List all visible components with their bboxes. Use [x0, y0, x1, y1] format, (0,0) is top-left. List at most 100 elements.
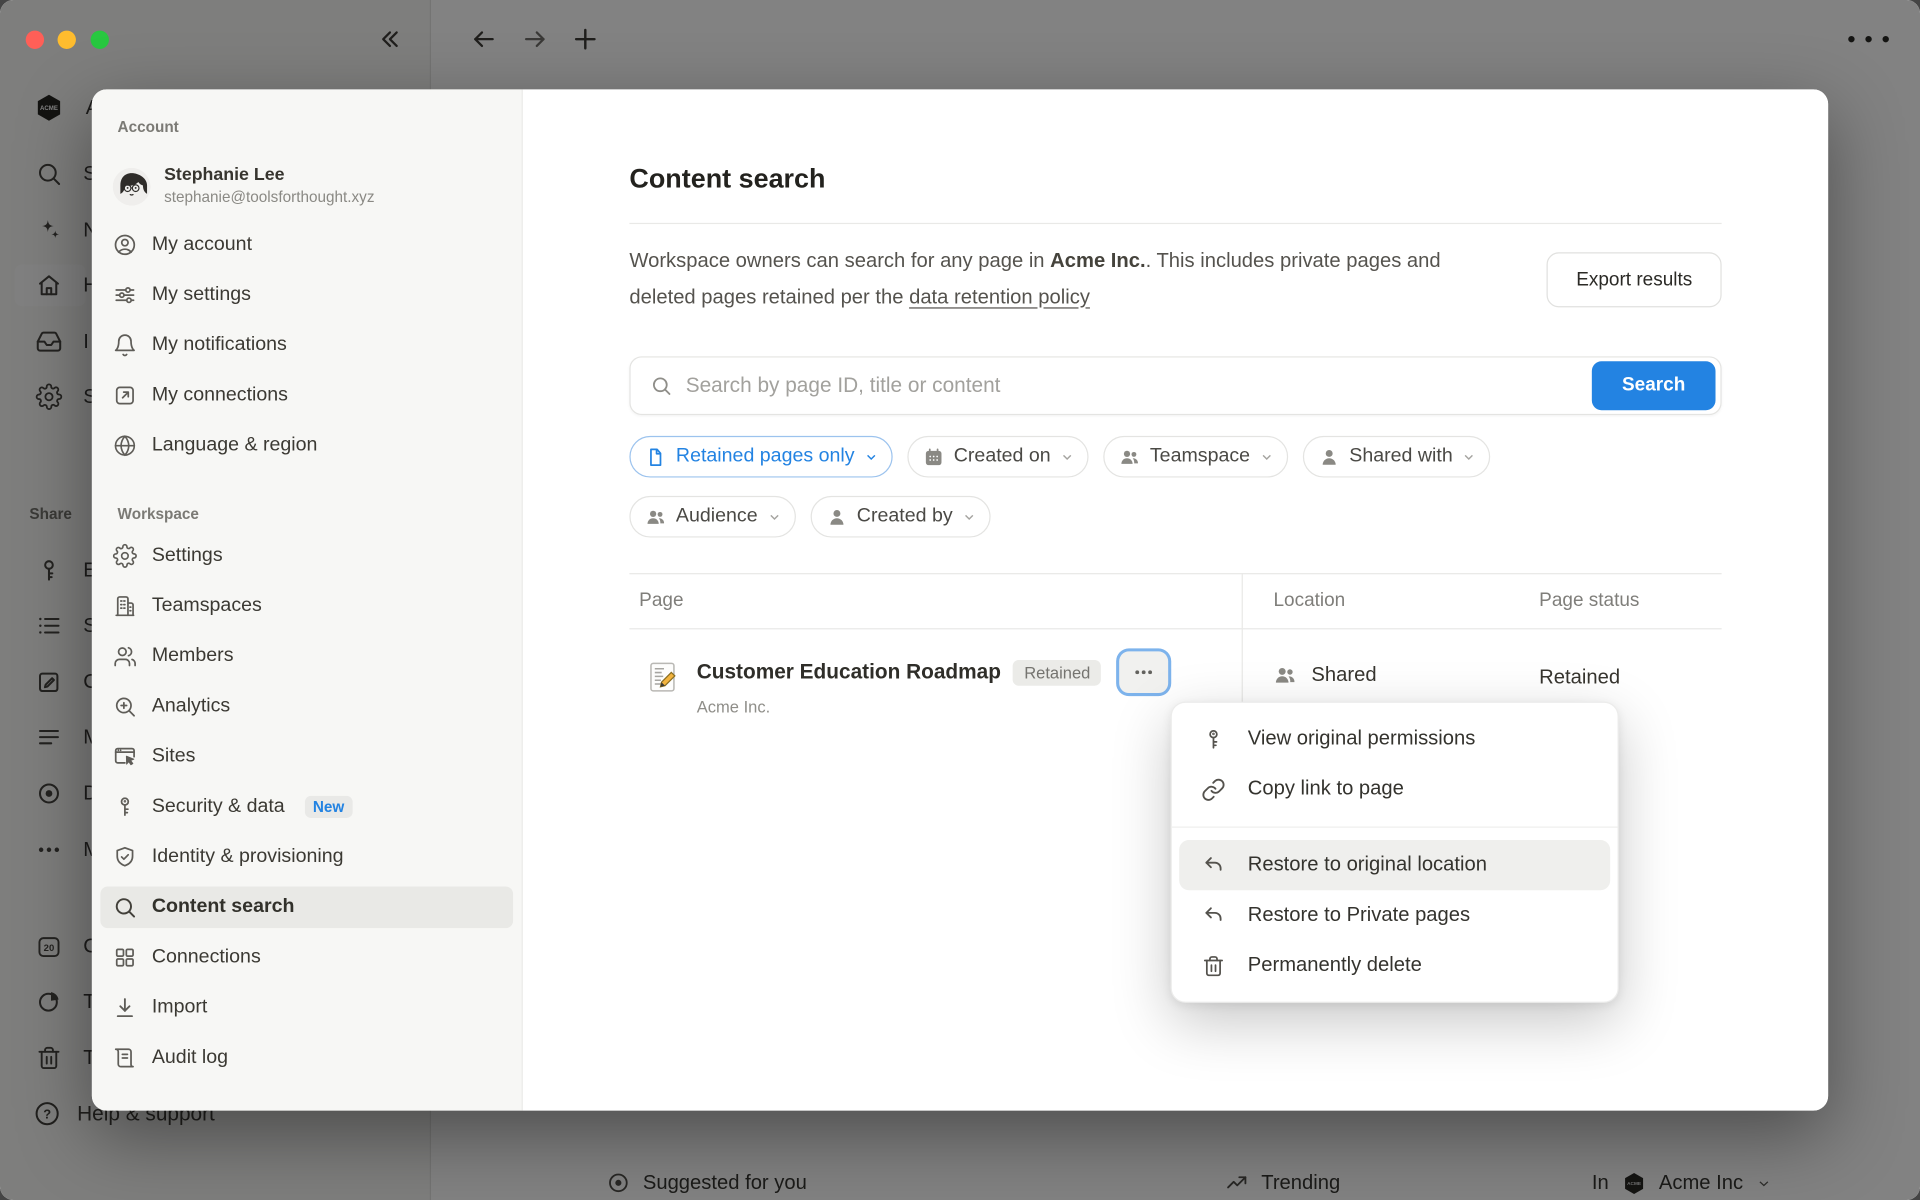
- settings-item-members[interactable]: Members: [100, 636, 513, 678]
- file-icon: [645, 446, 666, 467]
- filter-created-by[interactable]: Created by: [810, 496, 990, 538]
- settings-sidebar: Account Stephanie Lee stephanie@toolsfor…: [92, 89, 523, 1110]
- sliders-icon: [113, 283, 137, 307]
- filter-row-1: Retained pages only Created on Teamspace…: [629, 436, 1721, 478]
- workspace-section-label: Workspace: [100, 506, 513, 523]
- divider: [629, 223, 1721, 224]
- calendar-icon: [923, 446, 944, 467]
- settings-item-sites[interactable]: Sites: [100, 736, 513, 778]
- settings-item-connections[interactable]: Connections: [100, 937, 513, 979]
- menu-item-copy-link-to-page[interactable]: Copy link to page: [1172, 764, 1618, 814]
- settings-item-identity-provisioning[interactable]: Identity & provisioning: [100, 836, 513, 878]
- filter-shared-with[interactable]: Shared with: [1303, 436, 1491, 478]
- data-retention-policy-link[interactable]: data retention policy: [909, 286, 1090, 308]
- key-icon: [1201, 727, 1225, 751]
- person-filled-icon: [826, 506, 847, 527]
- building-icon: [113, 594, 137, 618]
- settings-item-audit-log[interactable]: Audit log: [100, 1037, 513, 1079]
- globe-icon: [113, 433, 137, 457]
- column-header-page: Page: [629, 590, 683, 612]
- chevron-down-icon: [1463, 450, 1476, 463]
- search-bar: Search: [629, 356, 1721, 415]
- ellipsis-icon: [1133, 661, 1155, 683]
- menu-item-restore-to-private-pages[interactable]: Restore to Private pages: [1172, 890, 1618, 940]
- column-header-page-status: Page status: [1539, 590, 1639, 612]
- filter-audience[interactable]: Audience: [629, 496, 795, 538]
- screen: ACME A S N H I S Share E S: [0, 0, 1920, 1200]
- row-actions-menu: View original permissions Copy link to p…: [1171, 702, 1619, 1003]
- menu-item-permanently-delete[interactable]: Permanently delete: [1172, 940, 1618, 990]
- avatar: [113, 167, 151, 205]
- search-input[interactable]: [686, 373, 1592, 397]
- settings-item-security-data[interactable]: Security & data New: [100, 786, 513, 828]
- link-icon: [1201, 777, 1225, 801]
- magnifier-plus-icon: [113, 694, 137, 718]
- user-email: stephanie@toolsforthought.xyz: [164, 187, 374, 208]
- page-title-cell[interactable]: Customer Education Roadmap: [697, 660, 1001, 684]
- export-results-button[interactable]: Export results: [1547, 252, 1722, 307]
- scroll-icon: [113, 1046, 137, 1070]
- settings-item-teamspaces[interactable]: Teamspaces: [100, 585, 513, 627]
- settings-item-my-connections[interactable]: My connections: [100, 375, 513, 417]
- undo-icon: [1201, 853, 1225, 877]
- close-window-button[interactable]: [26, 31, 44, 49]
- account-user-row[interactable]: Stephanie Lee stephanie@toolsforthought.…: [100, 164, 513, 208]
- chevron-down-icon: [1060, 450, 1073, 463]
- search-button[interactable]: Search: [1592, 361, 1716, 410]
- menu-item-restore-to-original-location[interactable]: Restore to original location: [1179, 840, 1610, 890]
- settings-item-import[interactable]: Import: [100, 987, 513, 1029]
- user-name: Stephanie Lee: [164, 164, 374, 187]
- filter-teamspace[interactable]: Teamspace: [1103, 436, 1288, 478]
- people-filled-icon: [1273, 664, 1296, 687]
- memo-page-icon: [644, 659, 681, 696]
- chevron-down-icon: [962, 510, 975, 523]
- menu-divider: [1172, 827, 1618, 828]
- table-header: Page Location Page status: [629, 573, 1721, 629]
- shield-check-icon: [113, 845, 137, 869]
- page-workspace: Acme Inc.: [697, 698, 1169, 716]
- key-icon: [113, 795, 137, 819]
- retained-badge: Retained: [1013, 659, 1101, 685]
- people-filled-icon: [645, 506, 666, 527]
- bell-icon: [113, 333, 137, 357]
- workspace-name: Acme Inc.: [1050, 250, 1145, 272]
- location-cell: Shared: [1273, 664, 1376, 687]
- magnifier-icon: [113, 895, 137, 919]
- person-circle-icon: [113, 233, 137, 257]
- app-window: ACME A S N H I S Share E S: [0, 0, 1920, 1200]
- chevron-down-icon: [767, 510, 780, 523]
- trash-icon: [1201, 953, 1225, 977]
- settings-item-my-account[interactable]: My account: [100, 224, 513, 266]
- new-badge: New: [304, 796, 353, 818]
- grid-icon: [113, 945, 137, 969]
- gear-icon: [113, 544, 137, 568]
- page-description: Workspace owners can search for any page…: [629, 244, 1486, 316]
- chevron-down-icon: [864, 450, 877, 463]
- row-actions-button[interactable]: [1120, 651, 1169, 693]
- column-header-location: Location: [1273, 590, 1345, 612]
- arrow-up-right-square-icon: [113, 383, 137, 407]
- people-icon: [113, 644, 137, 668]
- settings-item-settings[interactable]: Settings: [100, 535, 513, 577]
- page-status-cell: Retained: [1539, 666, 1620, 689]
- filter-row-2: Audience Created by: [629, 496, 1721, 538]
- search-icon: [650, 375, 672, 397]
- chevron-down-icon: [1260, 450, 1273, 463]
- settings-item-my-notifications[interactable]: My notifications: [100, 324, 513, 366]
- undo-icon: [1201, 903, 1225, 927]
- settings-item-language-region[interactable]: Language & region: [100, 425, 513, 467]
- settings-item-content-search[interactable]: Content search: [100, 887, 513, 929]
- browser-cursor-icon: [113, 744, 137, 768]
- menu-item-view-original-permissions[interactable]: View original permissions: [1172, 714, 1618, 764]
- settings-item-analytics[interactable]: Analytics: [100, 686, 513, 728]
- person-filled-icon: [1319, 446, 1340, 467]
- filter-retained-pages-only[interactable]: Retained pages only: [629, 436, 892, 478]
- zoom-window-button[interactable]: [91, 31, 109, 49]
- account-section-label: Account: [100, 119, 513, 136]
- download-icon: [113, 996, 137, 1020]
- filter-created-on[interactable]: Created on: [907, 436, 1088, 478]
- minimize-window-button[interactable]: [58, 31, 76, 49]
- settings-item-my-settings[interactable]: My settings: [100, 274, 513, 316]
- page-title: Content search: [629, 163, 1721, 195]
- people-filled-icon: [1119, 446, 1140, 467]
